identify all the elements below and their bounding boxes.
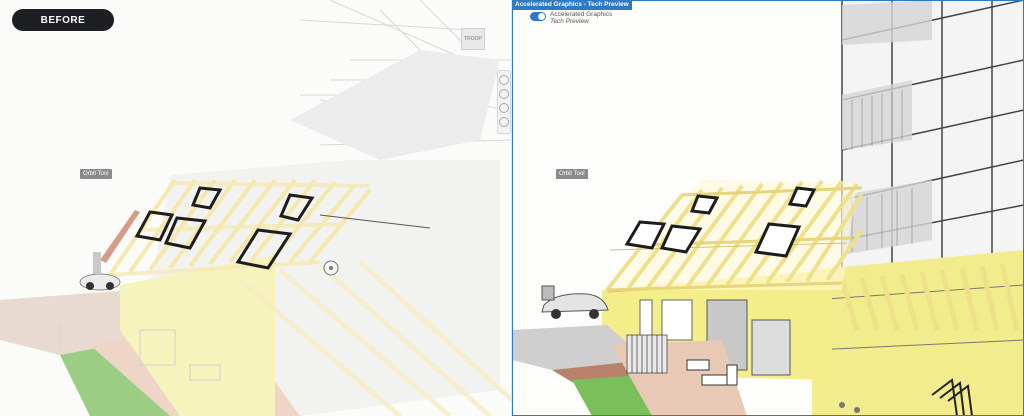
steering-wheel-icon[interactable] bbox=[499, 75, 509, 85]
viewport-title: Accelerated Graphics - Tech Preview bbox=[512, 0, 632, 10]
before-model-render bbox=[0, 0, 512, 416]
before-viewport[interactable] bbox=[0, 0, 512, 416]
split-divider[interactable] bbox=[511, 0, 513, 416]
accelerated-model-render bbox=[512, 0, 1024, 416]
navigation-bar[interactable] bbox=[497, 70, 511, 134]
accelerated-graphics-toggle[interactable] bbox=[530, 12, 546, 21]
viewcube-icon[interactable]: TROOP bbox=[461, 28, 485, 50]
toggle-knob bbox=[538, 13, 545, 20]
before-badge: BEFORE bbox=[12, 9, 114, 31]
pan-icon[interactable] bbox=[499, 89, 509, 99]
zoom-icon[interactable] bbox=[499, 103, 509, 113]
toggle-sublabel: Tech Preview bbox=[550, 18, 589, 25]
toggle-label: Accelerated Graphics bbox=[550, 11, 613, 18]
viewcube-label: TROOP bbox=[464, 36, 482, 42]
orbit-tool-tooltip: Orbit Tool bbox=[556, 169, 588, 179]
orbit-icon[interactable] bbox=[499, 117, 509, 127]
orbit-tool-tooltip: Orbit Tool bbox=[80, 169, 112, 179]
accelerated-viewport[interactable] bbox=[512, 0, 1024, 416]
